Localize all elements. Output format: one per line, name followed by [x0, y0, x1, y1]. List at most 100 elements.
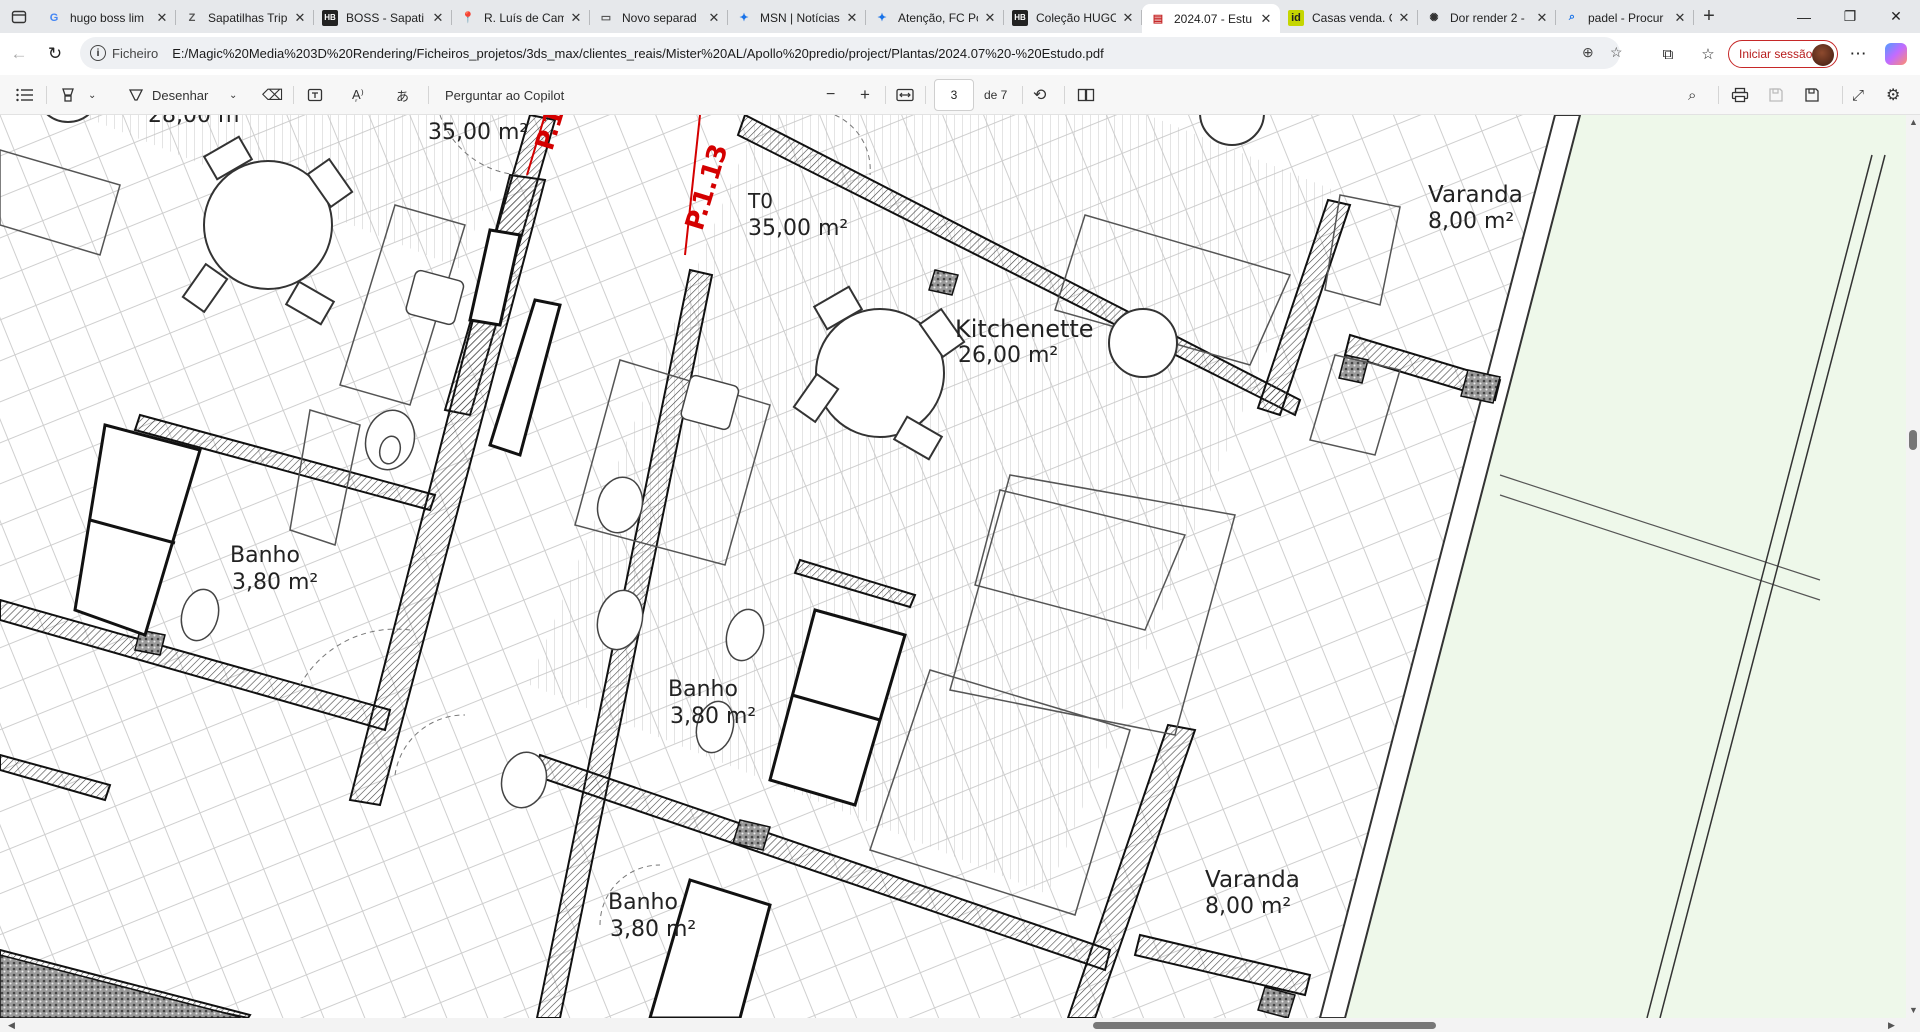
draw-button[interactable]: Desenhar — [128, 85, 208, 105]
plan-label-varanda-2-area: 8,00 m² — [1205, 894, 1292, 919]
pdf-viewer[interactable]: 28,00 m² 35,00 m² P.1.1 P.1.13 T0 35,00 m² Var… — [0, 115, 1920, 1032]
favicon-icon: Z — [188, 11, 196, 24]
page-total-label: de 7 — [984, 88, 1008, 102]
favicon-icon: G — [49, 11, 59, 24]
plan-label-banho-3-area: 3,80 m² — [610, 917, 697, 942]
tab[interactable]: Z Sapatilhas Trip ✕ — [176, 3, 314, 32]
zoom-icon[interactable]: ⊕ — [1582, 44, 1594, 61]
protocol-label: Ficheiro — [112, 45, 159, 61]
msn-icon: ✦ — [739, 12, 749, 24]
address-bar[interactable]: i Ficheiro E:/Magic%20Media%203D%20Rende… — [80, 37, 1623, 69]
plan-label-t0: T0 — [748, 189, 773, 213]
print-icon[interactable] — [1731, 85, 1749, 105]
tab[interactable]: ✦ MSN | Notícias ✕ — [728, 3, 866, 32]
restore-button[interactable]: ❐ — [1827, 0, 1873, 33]
tab-bar: Ghugo boss lim ✕ Z Sapatilhas Trip ✕ HB BOSS -… — [0, 0, 1920, 33]
rotate-icon[interactable]: ⟲ — [1033, 85, 1046, 105]
tab-title: Novo separad — [622, 10, 697, 25]
ask-copilot-button[interactable]: Perguntar ao Copilot — [445, 85, 564, 105]
page-icon: ▭ — [600, 12, 612, 24]
favorites-icon[interactable]: ☆ — [1693, 39, 1723, 69]
scroll-up-icon[interactable]: ▲ — [1909, 117, 1918, 127]
favicon-icon: HB — [322, 9, 338, 26]
tab[interactable]: HB BOSS - Sapati ✕ — [314, 3, 452, 32]
scroll-left-icon[interactable]: ◀ — [8, 1020, 15, 1031]
eraser-icon[interactable]: ⌫ — [262, 85, 283, 105]
workspaces-button[interactable] — [0, 0, 38, 33]
tab-title: Atenção, FC Po — [898, 10, 978, 25]
tab-title: Sapatilhas Trip — [208, 10, 288, 25]
zoom-out-icon[interactable]: − — [826, 85, 835, 105]
site-info-icon[interactable]: i — [90, 45, 106, 61]
tab-close-icon[interactable]: ✕ — [1258, 11, 1274, 27]
scroll-right-icon[interactable]: ▶ — [1888, 1020, 1895, 1031]
tab[interactable]: ⌕ padel - Procur ✕ — [1556, 3, 1694, 32]
horizontal-scroll-thumb[interactable] — [1093, 1022, 1436, 1029]
horizontal-scrollbar[interactable]: ◀ ▶ — [0, 1018, 1906, 1032]
tab-title: hugo boss lim — [70, 10, 145, 25]
minimize-button[interactable]: — — [1781, 0, 1827, 33]
tab[interactable]: HB Coleção HUGO ✕ — [1004, 3, 1142, 32]
plan-label-banho-2: Banho — [668, 677, 738, 702]
pen-icon — [128, 89, 144, 101]
favorite-star-icon[interactable]: ☆ — [1610, 44, 1623, 61]
msn-icon: ✦ — [877, 12, 887, 24]
settings-more-icon[interactable]: ⋯ — [1843, 39, 1873, 69]
tab[interactable]: ▭ Novo separad ✕ — [590, 3, 728, 32]
plan-label-banho-1-area: 3,80 m² — [232, 570, 319, 595]
copilot-icon[interactable] — [1885, 43, 1907, 65]
read-aloud-icon[interactable]: A᷊⁾ — [352, 85, 364, 105]
tab[interactable]: id Casas venda. C ✕ — [1280, 3, 1418, 32]
zoom-in-icon[interactable]: + — [860, 85, 870, 105]
sign-in-button[interactable]: Iniciar sessão — [1728, 40, 1838, 68]
tab-close-icon[interactable]: ✕ — [1396, 10, 1412, 26]
pdf-toolbar: ⌄ Desenhar ⌄ ⌫ A᷊⁾ あ Perguntar ao Copilo… — [0, 75, 1920, 115]
tab-close-icon[interactable]: ✕ — [706, 10, 722, 26]
tab-close-icon[interactable]: ✕ — [154, 10, 170, 26]
tab-close-icon[interactable]: ✕ — [568, 10, 584, 26]
vertical-scroll-thumb[interactable] — [1909, 430, 1917, 450]
plan-label-area-top-left: 28,00 m² — [148, 115, 249, 128]
save-icon[interactable] — [1768, 85, 1784, 105]
draw-chevron-down-icon[interactable]: ⌄ — [229, 85, 237, 105]
fullscreen-icon[interactable]: ⤢ — [1852, 85, 1864, 105]
new-tab-button[interactable]: + — [1694, 2, 1724, 32]
search-icon[interactable]: ⌕ — [1688, 85, 1696, 105]
page-number-input[interactable]: 3 — [934, 79, 974, 111]
close-window-button[interactable]: ✕ — [1873, 0, 1919, 33]
ask-copilot-label: Perguntar ao Copilot — [445, 87, 565, 103]
refresh-button[interactable]: ↻ — [40, 39, 70, 69]
url-text[interactable]: E:/Magic%20Media%203D%20Rendering/Fichei… — [172, 46, 1103, 61]
page-view-icon[interactable] — [1077, 85, 1095, 105]
tab-title: Dor render 2 - — [1450, 10, 1525, 25]
tab-title: padel - Procur — [1588, 10, 1664, 25]
draw-label: Desenhar — [152, 87, 209, 103]
contents-icon[interactable] — [16, 85, 34, 105]
translate-icon[interactable]: あ — [396, 85, 409, 105]
tab[interactable]: ✦ Atenção, FC Po ✕ — [866, 3, 1004, 32]
plan-label-kitchenette-area: 26,00 m² — [958, 343, 1059, 368]
chatgpt-icon: ✺ — [1429, 12, 1439, 24]
tab-close-icon[interactable]: ✕ — [1672, 10, 1688, 26]
fit-width-icon[interactable] — [896, 85, 914, 105]
tab[interactable]: 📍 R. Luís de Cam ✕ — [452, 3, 590, 32]
pdf-settings-gear-icon[interactable]: ⚙ — [1886, 85, 1900, 105]
tab-close-icon[interactable]: ✕ — [430, 10, 446, 26]
tab-close-icon[interactable]: ✕ — [982, 10, 998, 26]
tab-close-icon[interactable]: ✕ — [844, 10, 860, 26]
save-as-icon[interactable] — [1804, 85, 1820, 105]
pdf-icon: ▤ — [1152, 13, 1164, 25]
highlight-icon[interactable] — [60, 85, 76, 105]
extensions-icon[interactable]: ⧉ — [1653, 39, 1683, 69]
tab[interactable]: ✺ Dor render 2 - ✕ — [1418, 3, 1556, 32]
tab-close-icon[interactable]: ✕ — [292, 10, 308, 26]
text-box-icon[interactable] — [307, 85, 323, 105]
back-button[interactable]: ← — [4, 39, 34, 69]
tab[interactable]: ▤ 2024.07 - Estu ✕ — [1142, 4, 1280, 33]
tab-close-icon[interactable]: ✕ — [1120, 10, 1136, 26]
scroll-down-icon[interactable]: ▼ — [1909, 1005, 1918, 1015]
highlight-chevron-down-icon[interactable]: ⌄ — [88, 85, 96, 105]
tab-close-icon[interactable]: ✕ — [1534, 10, 1550, 26]
tab[interactable]: Ghugo boss lim ✕ — [38, 3, 176, 32]
vertical-scrollbar[interactable]: ▲ ▼ — [1906, 115, 1920, 1032]
